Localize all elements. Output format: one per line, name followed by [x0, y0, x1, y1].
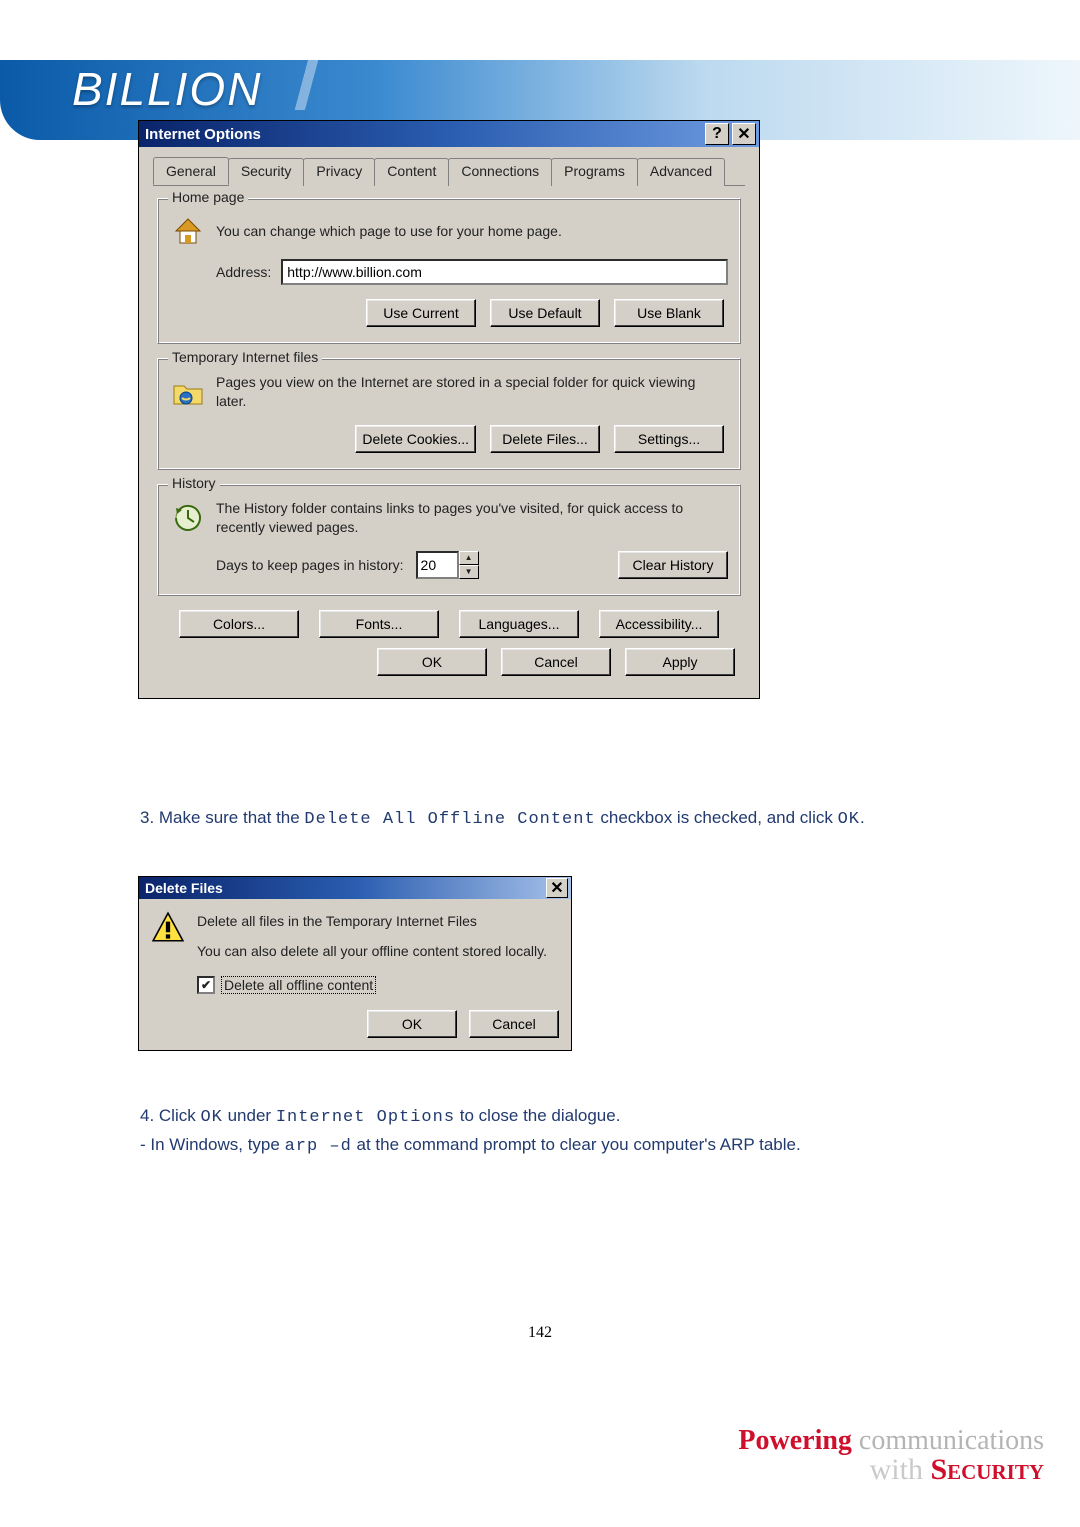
close-icon: ✕ — [737, 124, 750, 144]
help-button[interactable]: ? — [705, 123, 729, 145]
spin-down-icon[interactable]: ▼ — [459, 565, 479, 579]
group-history: History The History folder contains link… — [157, 484, 741, 596]
tab-programs[interactable]: Programs — [551, 158, 638, 186]
delete-offline-checkbox[interactable]: ✔ — [197, 976, 215, 994]
settings-button[interactable]: Settings... — [614, 425, 724, 453]
tab-connections[interactable]: Connections — [448, 158, 552, 186]
dialog-titlebar[interactable]: Delete Files ✕ — [139, 877, 571, 899]
dialog-title: Delete Files — [145, 880, 223, 896]
group-homepage-legend: Home page — [168, 189, 248, 205]
tab-advanced[interactable]: Advanced — [637, 158, 725, 186]
languages-button[interactable]: Languages... — [459, 610, 579, 638]
history-icon — [170, 500, 206, 536]
clear-history-button[interactable]: Clear History — [618, 551, 728, 579]
ok-button[interactable]: OK — [367, 1010, 457, 1038]
document-page: BILLION Internet Options ? ✕ General Sec… — [0, 0, 1080, 1527]
group-tempfiles-legend: Temporary Internet files — [168, 349, 322, 365]
delete-offline-label: Delete all offline content — [221, 976, 376, 994]
dialog-titlebar[interactable]: Internet Options ? ✕ — [139, 121, 759, 147]
cancel-button[interactable]: Cancel — [469, 1010, 559, 1038]
brand-logo: BILLION — [72, 62, 262, 116]
colors-button[interactable]: Colors... — [179, 610, 299, 638]
days-label: Days to keep pages in history: — [216, 557, 404, 573]
instruction-step-4: 4. Click OK under Internet Options to cl… — [140, 1102, 940, 1160]
dialog-button-row: OK Cancel Apply — [153, 648, 735, 676]
group-history-legend: History — [168, 475, 220, 491]
folder-ie-icon — [170, 374, 206, 410]
delete-cookies-button[interactable]: Delete Cookies... — [355, 425, 476, 453]
instruction-step-3: 3. Make sure that the Delete All Offline… — [140, 804, 940, 833]
close-button[interactable]: ✕ — [546, 878, 568, 898]
delete-files-text: Delete all files in the Temporary Intern… — [197, 911, 547, 962]
apply-button[interactable]: Apply — [625, 648, 735, 676]
close-button[interactable]: ✕ — [732, 123, 756, 145]
spin-up-icon[interactable]: ▲ — [459, 551, 479, 565]
accessibility-button[interactable]: Accessibility... — [599, 610, 719, 638]
page-number: 142 — [0, 1324, 1080, 1342]
footer-tagline: Powering communications with Security — [738, 1425, 1044, 1487]
tab-general[interactable]: General — [153, 157, 229, 185]
tab-strip: General Security Privacy Content Connect… — [153, 157, 745, 186]
ok-button[interactable]: OK — [377, 648, 487, 676]
home-icon — [170, 213, 206, 249]
tab-content[interactable]: Content — [374, 158, 449, 186]
tab-security[interactable]: Security — [228, 158, 305, 186]
fonts-button[interactable]: Fonts... — [319, 610, 439, 638]
homepage-desc: You can change which page to use for you… — [216, 222, 562, 241]
address-label: Address: — [216, 264, 271, 280]
warning-icon — [151, 911, 185, 945]
days-input[interactable] — [416, 551, 459, 579]
tempfiles-desc: Pages you view on the Internet are store… — [216, 373, 728, 411]
close-icon: ✕ — [550, 878, 563, 898]
use-current-button[interactable]: Use Current — [366, 299, 476, 327]
cancel-button[interactable]: Cancel — [501, 648, 611, 676]
use-default-button[interactable]: Use Default — [490, 299, 600, 327]
days-spin[interactable]: ▲ ▼ — [416, 551, 479, 579]
internet-options-dialog: Internet Options ? ✕ General Security Pr… — [138, 120, 760, 699]
bottom-quad-row: Colors... Fonts... Languages... Accessib… — [157, 610, 741, 638]
group-homepage: Home page You can change which page to u… — [157, 198, 741, 344]
delete-files-dialog: Delete Files ✕ Delete all files in the T… — [138, 876, 572, 1051]
use-blank-button[interactable]: Use Blank — [614, 299, 724, 327]
tab-privacy[interactable]: Privacy — [303, 158, 375, 186]
address-input[interactable] — [281, 259, 728, 285]
group-tempfiles: Temporary Internet files Pages you view … — [157, 358, 741, 470]
delete-files-button[interactable]: Delete Files... — [490, 425, 600, 453]
history-desc: The History folder contains links to pag… — [216, 499, 728, 537]
dialog-title: Internet Options — [145, 126, 261, 143]
